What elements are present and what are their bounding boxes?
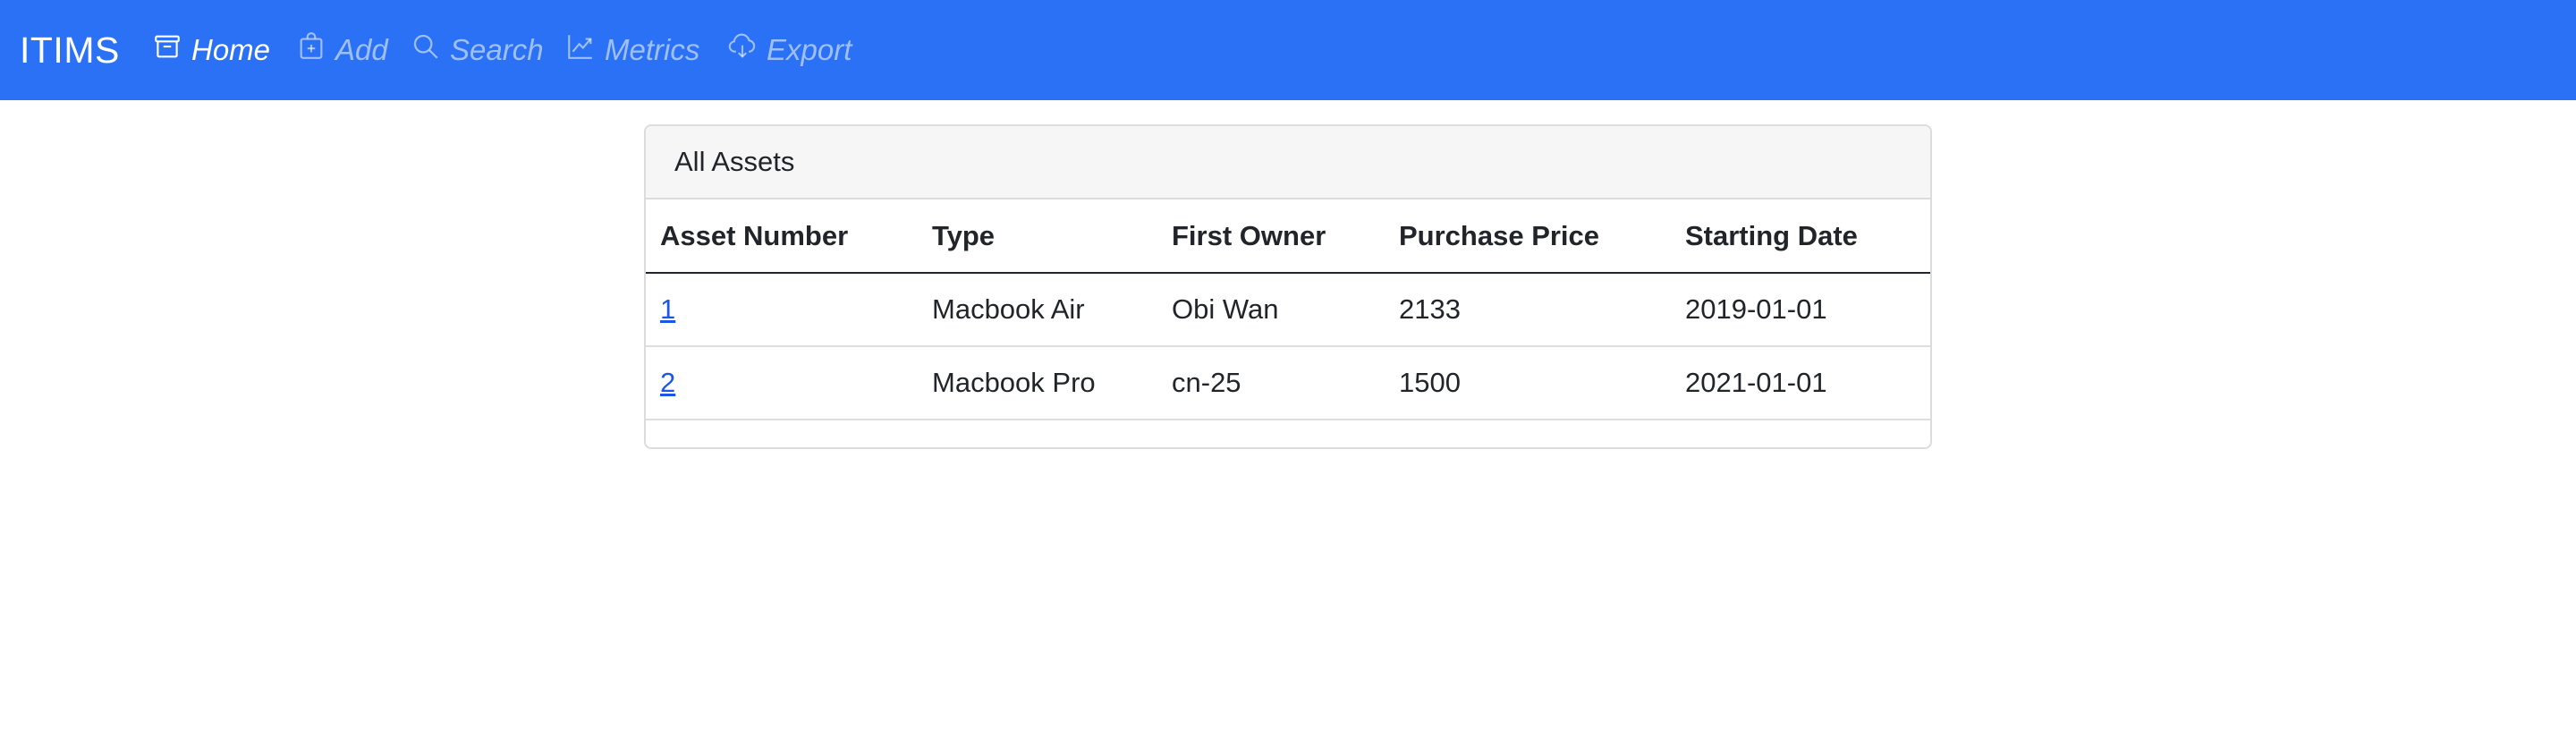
cell-asset-number: 1 xyxy=(646,273,918,347)
nav-metrics[interactable]: Metrics xyxy=(565,25,699,75)
cell-asset-number: 2 xyxy=(646,346,918,420)
add-bag-icon xyxy=(296,31,335,69)
cell-type: Macbook Air xyxy=(918,273,1157,347)
table-row: 1 Macbook Air Obi Wan 2133 2019-01-01 xyxy=(646,273,1930,347)
cell-purchase-price: 2133 xyxy=(1385,273,1671,347)
table-header-row: Asset Number Type First Owner Purchase P… xyxy=(646,199,1930,274)
cell-first-owner: cn-25 xyxy=(1157,346,1385,420)
top-navbar: ITIMS Home Add Search Metrics Export xyxy=(0,0,2576,100)
nav-export-label: Export xyxy=(767,33,852,66)
header-starting-date: Starting Date xyxy=(1671,199,1930,274)
chart-line-icon xyxy=(565,31,605,69)
nav-add[interactable]: Add xyxy=(296,25,388,75)
nav-metrics-label: Metrics xyxy=(605,33,700,66)
cell-starting-date: 2021-01-01 xyxy=(1671,346,1930,420)
cell-purchase-price: 1500 xyxy=(1385,346,1671,420)
header-first-owner: First Owner xyxy=(1157,199,1385,274)
cell-first-owner: Obi Wan xyxy=(1157,273,1385,347)
archive-icon xyxy=(152,31,191,69)
brand-logo[interactable]: ITIMS xyxy=(20,25,120,75)
asset-link[interactable]: 1 xyxy=(660,293,675,325)
nav-search[interactable]: Search xyxy=(411,25,544,75)
cell-type: Macbook Pro xyxy=(918,346,1157,420)
assets-table: Asset Number Type First Owner Purchase P… xyxy=(646,199,1930,420)
nav-home-label: Home xyxy=(191,33,271,66)
nav-search-label: Search xyxy=(450,33,544,66)
header-type: Type xyxy=(918,199,1157,274)
cell-starting-date: 2019-01-01 xyxy=(1671,273,1930,347)
nav-home[interactable]: Home xyxy=(152,25,270,75)
asset-link[interactable]: 2 xyxy=(660,367,675,398)
card-header: All Assets xyxy=(646,126,1930,199)
cloud-download-icon xyxy=(727,31,767,69)
assets-card: All Assets Asset Number Type First Owner… xyxy=(644,124,1932,449)
nav-export[interactable]: Export xyxy=(727,25,852,75)
search-icon xyxy=(411,31,450,69)
header-purchase-price: Purchase Price xyxy=(1385,199,1671,274)
table-row: 2 Macbook Pro cn-25 1500 2021-01-01 xyxy=(646,346,1930,420)
header-asset-number: Asset Number xyxy=(646,199,918,274)
nav-add-label: Add xyxy=(335,33,388,66)
